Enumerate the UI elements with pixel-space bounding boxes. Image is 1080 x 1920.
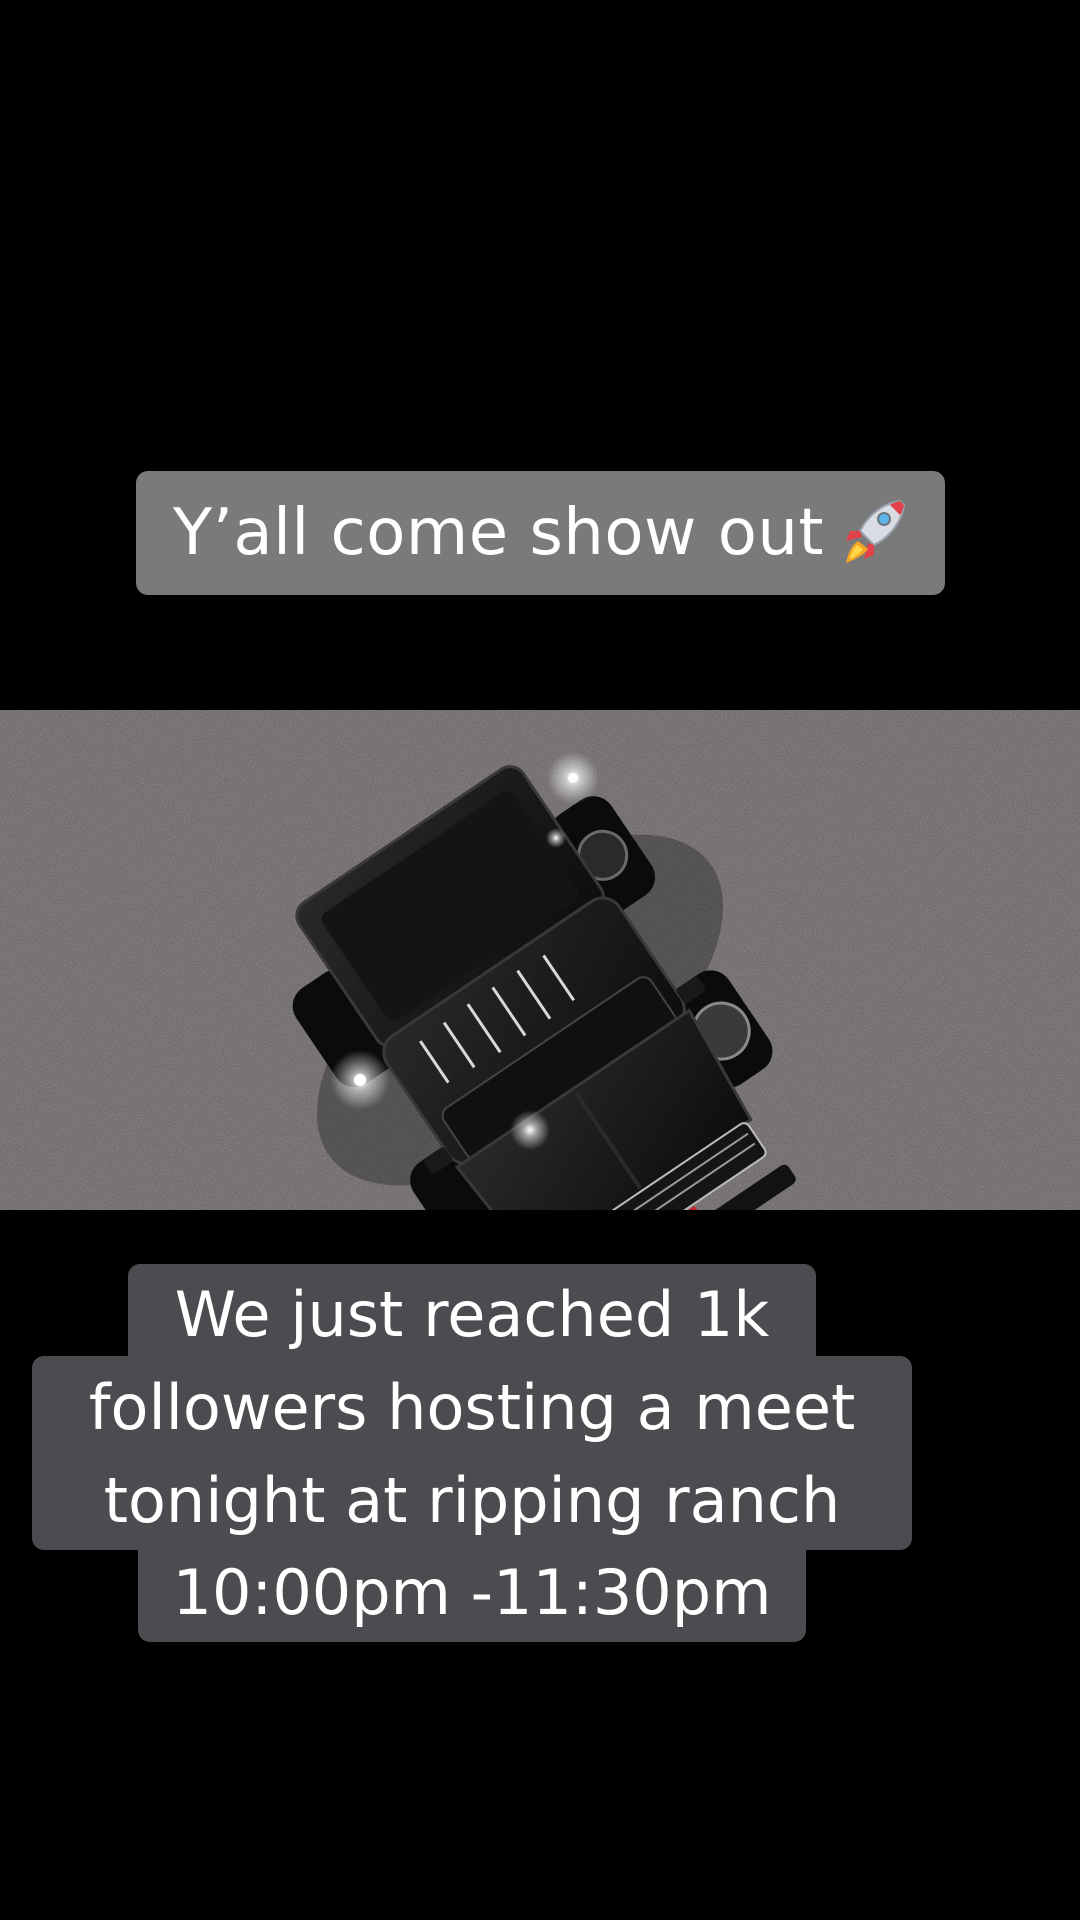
caption-line: followers hosting a meet [32, 1356, 912, 1458]
top-caption-text: Y’all come show out [172, 496, 825, 570]
rocket-icon [842, 497, 908, 569]
truck-image [0, 710, 1080, 1210]
caption-line: We just reached 1k [128, 1264, 816, 1364]
top-caption: Y’all come show out [136, 471, 945, 595]
bottom-caption: We just reached 1k followers hosting a m… [0, 1264, 1080, 1668]
video-screen: Y’all come show out We just reached 1k f… [0, 0, 1080, 1920]
caption-line: tonight at ripping ranch [32, 1450, 912, 1550]
caption-line: 10:00pm -11:30pm [138, 1542, 806, 1642]
video-frame [0, 710, 1080, 1210]
